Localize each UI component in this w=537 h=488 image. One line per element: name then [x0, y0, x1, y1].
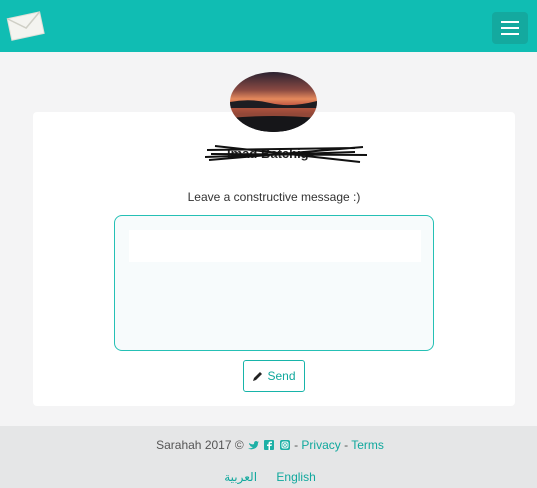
- facebook-icon[interactable]: [264, 440, 275, 450]
- send-label: Send: [267, 369, 296, 383]
- scribble-overlay: [205, 145, 368, 163]
- profile-avatar: [230, 72, 317, 132]
- instagram-icon[interactable]: [279, 440, 290, 450]
- hamburger-menu-icon[interactable]: [492, 12, 528, 44]
- language-arabic-link[interactable]: العربية: [224, 470, 257, 484]
- language-switcher: العربية English: [0, 470, 537, 484]
- message-prompt: Leave a constructive message :): [187, 190, 361, 204]
- language-english-link[interactable]: English: [276, 470, 315, 484]
- pencil-icon: [253, 371, 263, 381]
- footer-separator: -: [294, 438, 299, 452]
- top-navbar: [0, 0, 537, 52]
- profile-name: Imad Batchig: [205, 138, 370, 168]
- copyright-text: Sarahah 2017 ©: [156, 438, 244, 452]
- envelope-icon[interactable]: [6, 8, 46, 42]
- privacy-link[interactable]: Privacy: [301, 438, 340, 452]
- message-textarea[interactable]: [114, 215, 434, 351]
- footer-separator: -: [344, 438, 349, 452]
- twitter-icon[interactable]: [248, 440, 260, 450]
- terms-link[interactable]: Terms: [351, 438, 384, 452]
- message-input-field[interactable]: [129, 230, 421, 262]
- footer-links-row: Sarahah 2017 © - Privacy - Terms: [0, 438, 537, 452]
- send-button[interactable]: Send: [243, 360, 305, 392]
- page-footer: Sarahah 2017 © - Privacy - Terms العربية…: [0, 426, 537, 488]
